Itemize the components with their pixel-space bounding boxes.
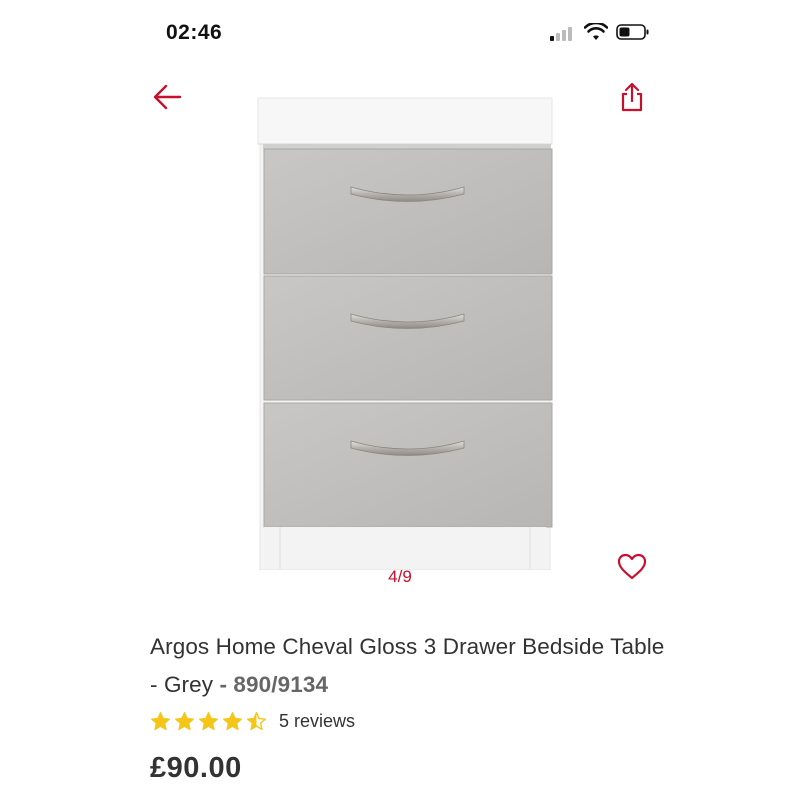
product-detail-screen: 02:46 4/9 Argos Home Cheval Gloss 3 Draw… (0, 0, 800, 800)
star-half-icon (247, 711, 266, 730)
product-price: £90.00 (150, 752, 242, 784)
star-full-icon (223, 711, 242, 730)
share-button[interactable] (608, 73, 656, 121)
back-button[interactable] (143, 73, 191, 121)
wifi-icon (584, 23, 608, 40)
battery-icon (616, 24, 649, 40)
product-title: Argos Home Cheval Gloss 3 Drawer Bedside… (150, 628, 670, 704)
favourite-button[interactable] (608, 542, 656, 590)
heart-icon (617, 553, 647, 580)
star-full-icon (175, 711, 194, 730)
status-bar: 02:46 (150, 14, 650, 50)
product-sku: 890/9134 (233, 672, 329, 697)
product-image[interactable] (250, 95, 560, 570)
cellular-signal-icon (550, 25, 572, 41)
product-sku-separator: - (213, 672, 234, 697)
star-full-icon (199, 711, 218, 730)
arrow-left-icon (153, 84, 182, 110)
review-count[interactable]: 5 reviews (279, 711, 355, 732)
status-time: 02:46 (166, 21, 223, 44)
share-icon (621, 82, 643, 112)
star-rating (150, 711, 267, 732)
image-counter: 4/9 (388, 567, 412, 586)
star-full-icon (151, 711, 170, 730)
rating-row[interactable]: 5 reviews (150, 708, 355, 734)
